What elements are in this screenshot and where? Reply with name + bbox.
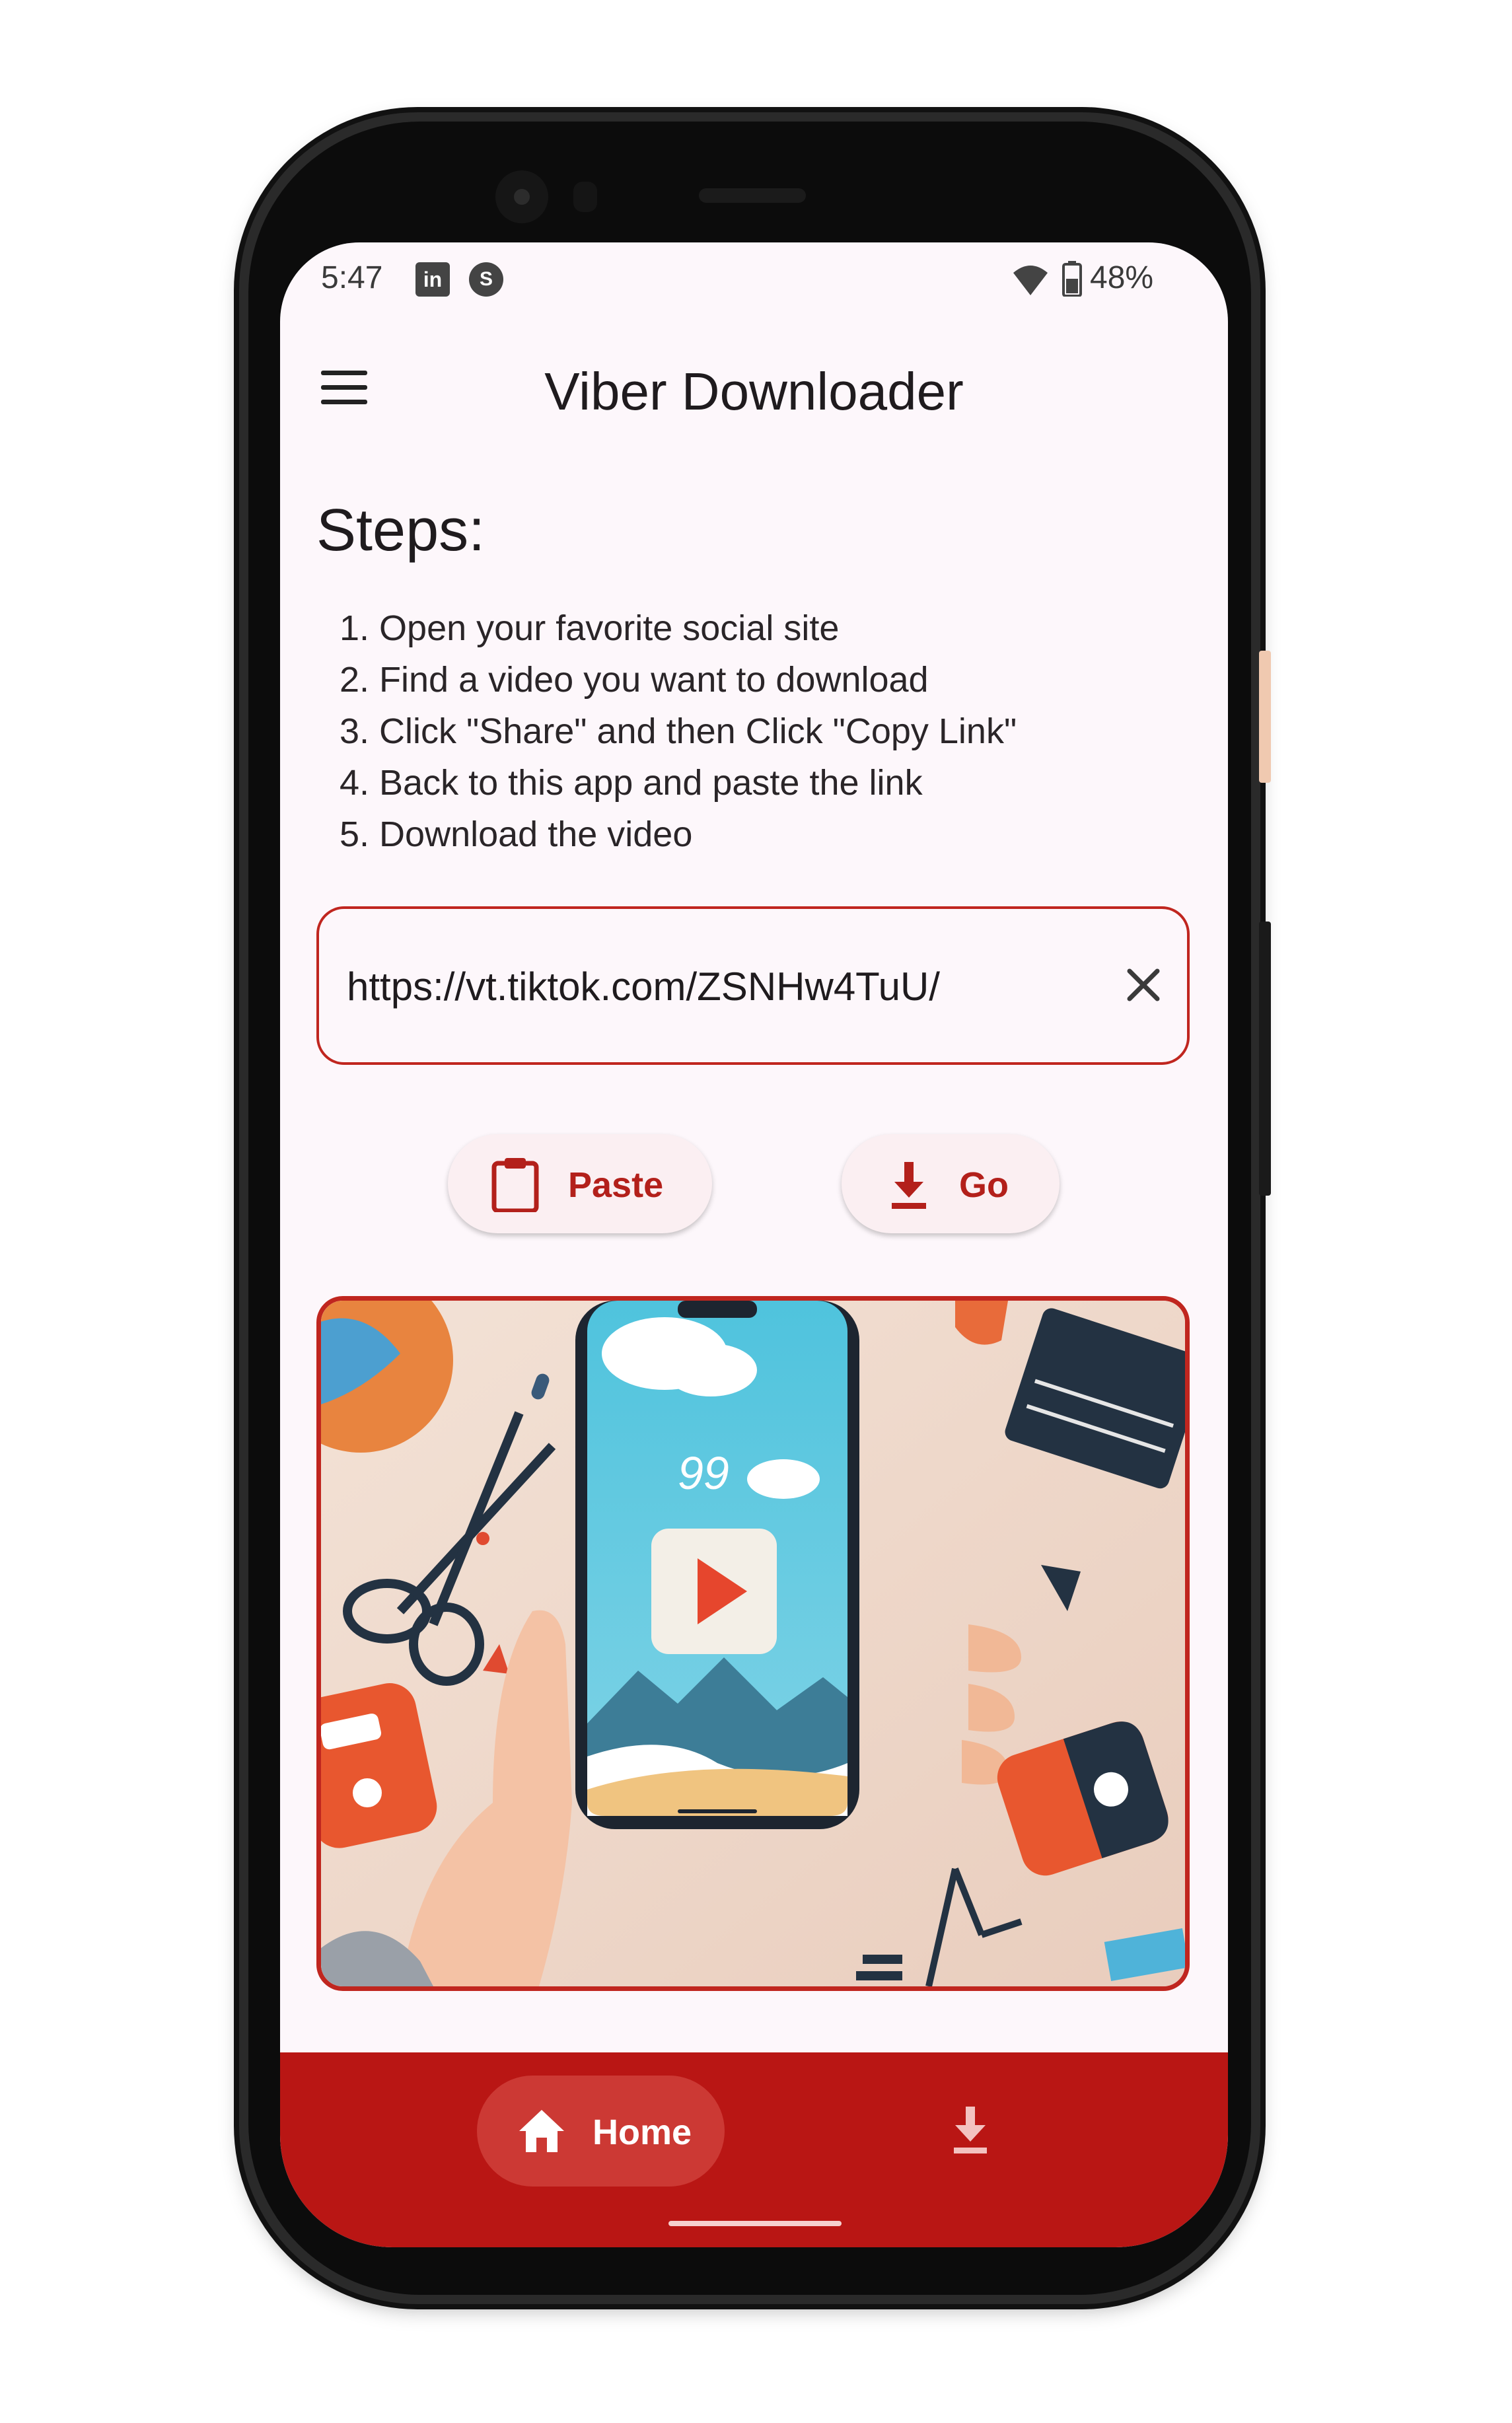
volume-button: [1259, 922, 1271, 1196]
front-camera: [495, 170, 548, 223]
close-icon[interactable]: [1120, 962, 1167, 1008]
paste-button-label: Paste: [568, 1165, 664, 1205]
nav-home-label: Home: [593, 2113, 692, 2152]
app-title: Viber Downloader: [544, 362, 964, 421]
step-item: 3. Click "Share" and then Click "Copy Li…: [340, 711, 1017, 751]
step-item: 1. Open your favorite social site: [340, 608, 840, 648]
url-field[interactable]: [316, 906, 1190, 1065]
download-icon: [892, 1162, 926, 1209]
device-mockup: 5:47 in S 48% Viber Downloader Steps: 1.…: [0, 0, 1512, 2423]
app-screen: 5:47 in S 48% Viber Downloader Steps: 1.…: [280, 242, 1228, 2247]
status-bar: 5:47 in S 48%: [280, 242, 1228, 315]
linkedin-icon: in: [415, 262, 450, 297]
wifi-icon: [1013, 266, 1048, 295]
step-item: 4. Back to this app and paste the link: [340, 763, 923, 803]
go-button[interactable]: Go: [842, 1134, 1060, 1233]
shazam-icon: S: [469, 262, 503, 297]
url-input[interactable]: [345, 963, 1075, 1010]
nav-home[interactable]: Home: [477, 2076, 725, 2187]
steps-heading: Steps:: [316, 497, 486, 563]
nav-downloads[interactable]: [934, 2092, 1007, 2165]
steps-list: 1. Open your favorite social site 2. Fin…: [340, 602, 1017, 860]
step-item: 5. Download the video: [340, 814, 693, 854]
hero-illustration-art: 99: [321, 1301, 1185, 1986]
hero-illustration: 99: [316, 1296, 1190, 1991]
clipboard-icon: [491, 1158, 539, 1212]
earpiece-speaker: [699, 188, 806, 203]
battery-percent: 48%: [1090, 260, 1154, 295]
gesture-handle: [668, 2221, 842, 2226]
hamburger-menu-icon[interactable]: [321, 368, 369, 408]
proximity-sensor: [573, 182, 597, 212]
step-item: 2. Find a video you want to download: [340, 660, 929, 700]
battery-icon: [1062, 261, 1082, 297]
paste-button[interactable]: Paste: [448, 1134, 712, 1233]
home-icon: [519, 2110, 564, 2152]
download-icon: [954, 2107, 987, 2153]
go-button-label: Go: [959, 1165, 1009, 1205]
status-time: 5:47: [321, 260, 383, 295]
screen-number: 99: [678, 1447, 729, 1499]
app-bar: Viber Downloader: [280, 342, 1228, 434]
bottom-navigation: Home: [280, 2052, 1228, 2247]
power-button: [1259, 651, 1271, 783]
